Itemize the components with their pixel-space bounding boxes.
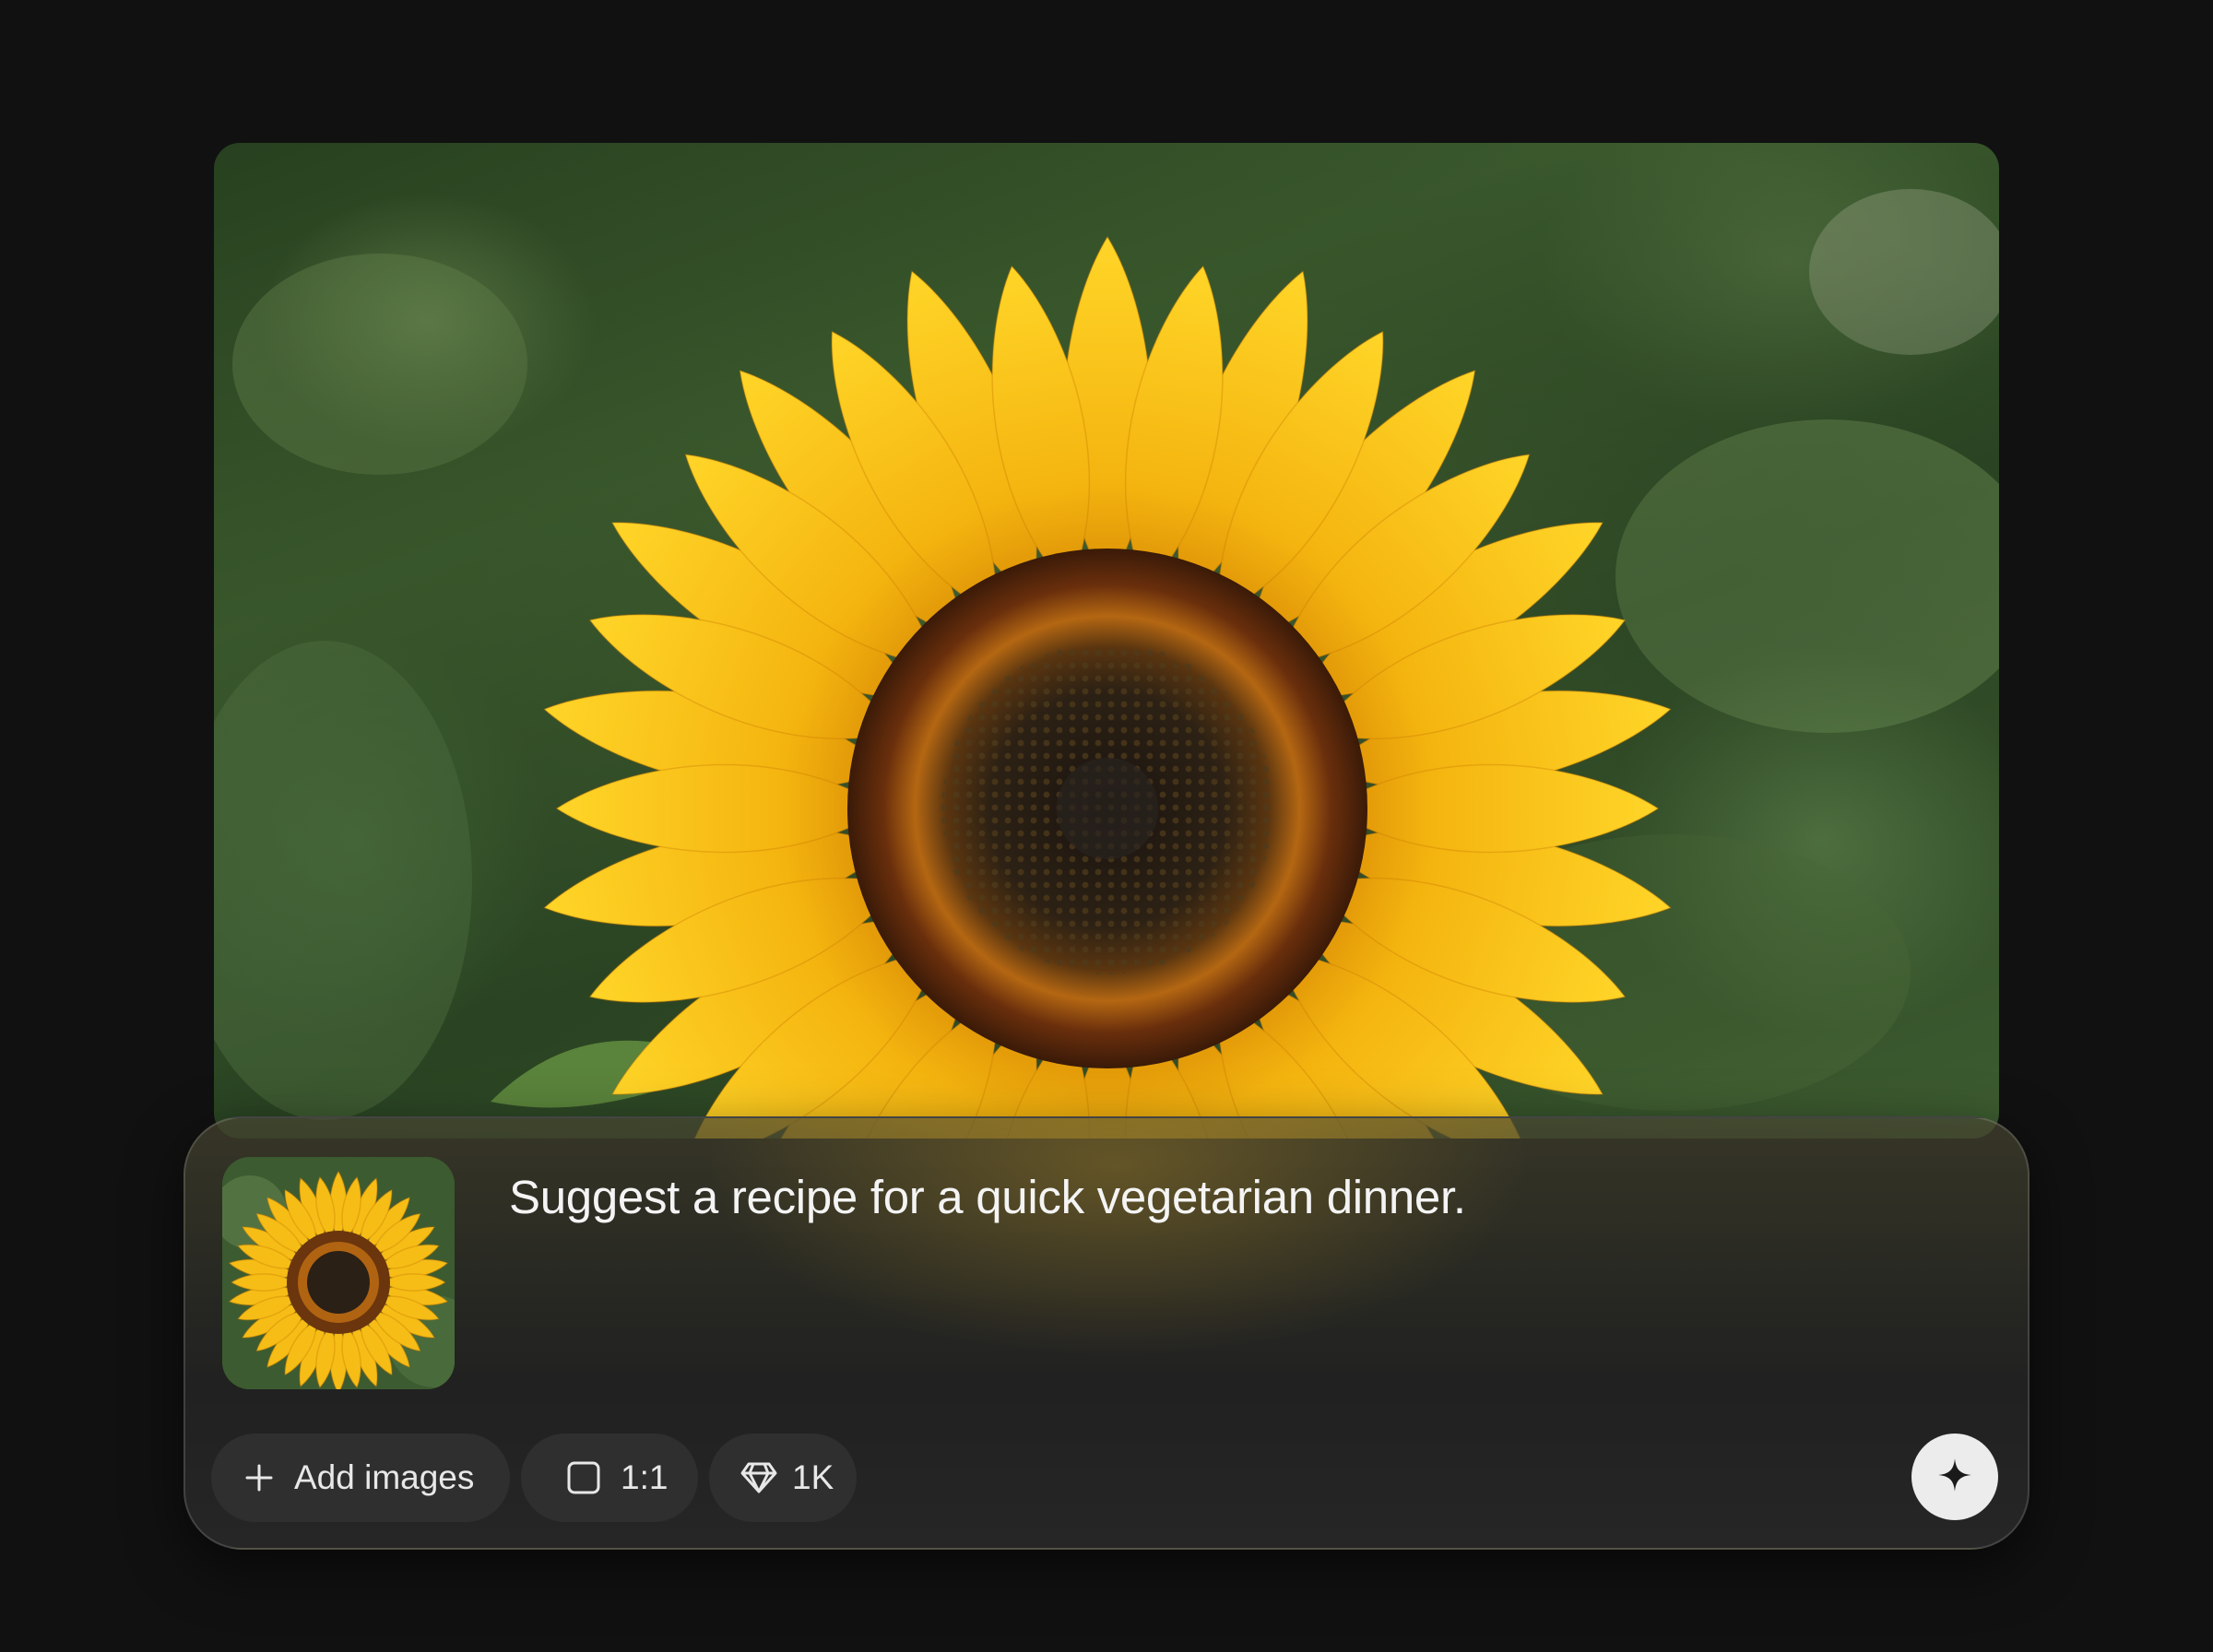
add-images-button[interactable]: Add images [211, 1434, 510, 1522]
plus-icon [244, 1463, 274, 1493]
add-images-label: Add images [294, 1458, 475, 1496]
composer-glow [702, 1118, 1532, 1358]
prompt-composer: Suggest a recipe for a quick vegetarian … [183, 1116, 2030, 1550]
quality-button[interactable]: 1K [709, 1434, 857, 1522]
composer-toolbar: Add images 1:1 1K [211, 1434, 857, 1522]
diamond-icon [740, 1461, 777, 1494]
aspect-ratio-label: 1:1 [621, 1458, 669, 1496]
generate-button[interactable] [1911, 1434, 1998, 1520]
sunflower-thumbnail-icon [222, 1157, 455, 1389]
quality-label: 1K [792, 1458, 834, 1496]
app-canvas: Suggest a recipe for a quick vegetarian … [0, 0, 2213, 1652]
aspect-ratio-button[interactable]: 1:1 [521, 1434, 698, 1522]
square-icon [567, 1461, 600, 1494]
prompt-input[interactable]: Suggest a recipe for a quick vegetarian … [509, 1170, 1466, 1224]
generated-image[interactable] [214, 143, 1999, 1139]
sparkle-icon [1936, 1457, 1973, 1498]
attachment-thumbnail[interactable] [222, 1157, 455, 1389]
sunflower-illustration [214, 143, 1999, 1139]
